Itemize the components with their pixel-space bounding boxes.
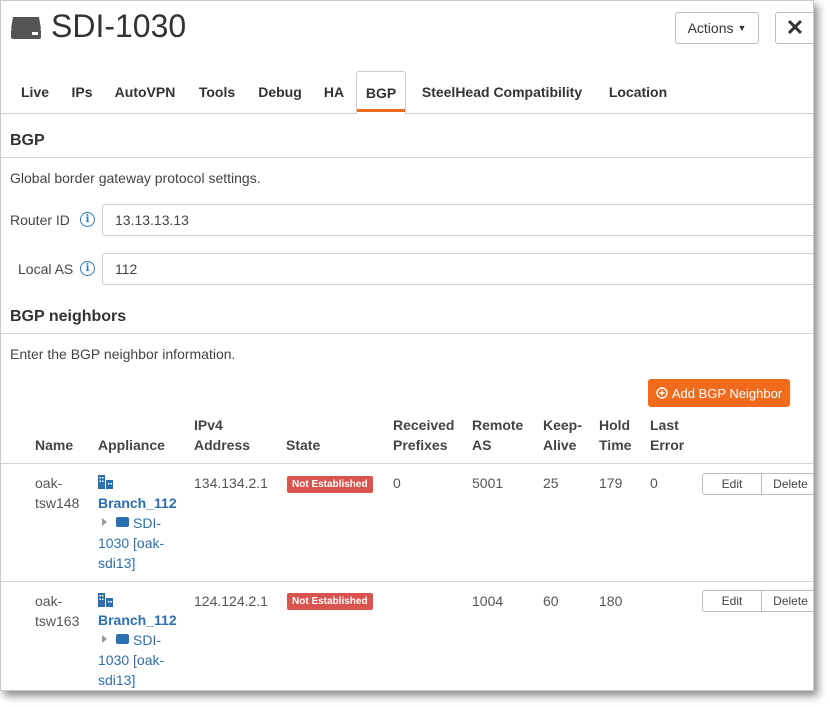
col-appliance: Appliance — [98, 437, 165, 453]
building-icon — [98, 475, 113, 489]
site-link[interactable]: Branch_112 — [98, 612, 177, 628]
col-remote-line1: Remote — [472, 417, 524, 433]
hold-time: 180 — [599, 593, 623, 609]
keep-alive: 60 — [543, 593, 559, 609]
router-id-label: Router ID — [10, 212, 70, 228]
col-remote-line2: AS — [472, 437, 492, 453]
remote-as: 5001 — [472, 475, 504, 491]
close-icon: ✕ — [785, 15, 805, 40]
expand-caret-icon[interactable] — [102, 518, 107, 526]
local-as-label: Local AS — [18, 261, 74, 277]
appliance-icon — [11, 17, 41, 39]
bgp-neighbors-divider — [1, 333, 813, 334]
close-button[interactable]: ✕ — [775, 12, 813, 44]
tab-ha[interactable]: HA — [314, 71, 354, 113]
row-divider — [1, 581, 813, 582]
tab-debug[interactable]: Debug — [249, 71, 311, 113]
bgp-neighbors-description: Enter the BGP neighbor information. — [10, 346, 236, 362]
appliance-link-line1[interactable]: SDI- — [133, 630, 161, 650]
status-badge: Not Established — [287, 593, 373, 610]
tab-bgp[interactable]: BGP — [356, 71, 406, 114]
col-keep-line2: Alive — [543, 437, 577, 453]
delete-button[interactable]: Delete — [762, 590, 813, 612]
col-name: Name — [35, 437, 74, 453]
expand-caret-icon[interactable] — [102, 635, 107, 643]
tab-bar: Live IPs AutoVPN Tools Debug HA BGP Stee… — [1, 71, 813, 114]
received-prefixes: 0 — [393, 475, 401, 491]
tab-ips[interactable]: IPs — [62, 71, 102, 113]
col-state: State — [286, 437, 321, 453]
col-ipv4-line2: Address — [194, 437, 251, 453]
building-icon — [98, 593, 113, 607]
tab-live[interactable]: Live — [11, 71, 59, 113]
bgp-neighbors-title: BGP neighbors — [10, 308, 127, 325]
tab-location[interactable]: Location — [598, 71, 678, 113]
neighbor-name-line2: tsw148 — [35, 495, 80, 511]
tab-autovpn[interactable]: AutoVPN — [105, 71, 185, 113]
local-as-input[interactable]: 112 — [102, 253, 813, 285]
page-title: SDI-1030 — [51, 8, 187, 44]
appliance-link-line3[interactable]: sdi13] — [98, 670, 135, 690]
edit-button[interactable]: Edit — [702, 473, 762, 495]
tab-steelhead-compatibility[interactable]: SteelHead Compatibility — [409, 71, 595, 113]
local-as-info-icon[interactable]: i — [80, 261, 95, 276]
col-last-line2: Error — [650, 437, 685, 453]
neighbor-name-line1: oak- — [35, 475, 63, 491]
col-hold-line1: Hold — [599, 417, 631, 433]
tab-tools[interactable]: Tools — [189, 71, 245, 113]
hold-time: 179 — [599, 475, 623, 491]
appliance-link-line2[interactable]: 1030 [oak- — [98, 650, 164, 670]
edit-button[interactable]: Edit — [702, 590, 762, 612]
router-id-input[interactable]: 13.13.13.13 — [102, 204, 813, 236]
col-hold-line2: Time — [599, 437, 632, 453]
col-ipv4-line1: IPv4 — [194, 417, 223, 433]
appliance-link-line1[interactable]: SDI- — [133, 513, 161, 533]
bgp-divider — [1, 157, 813, 158]
actions-dropdown-button[interactable]: Actions ▼ — [675, 12, 759, 44]
appliance-link-line3[interactable]: sdi13] — [98, 553, 135, 573]
neighbor-name-line1: oak- — [35, 593, 63, 609]
bgp-description: Global border gateway protocol settings. — [10, 170, 261, 186]
table-header-divider — [1, 463, 813, 464]
delete-button[interactable]: Delete — [762, 473, 813, 495]
router-id-info-icon[interactable]: i — [80, 212, 95, 227]
appliance-dialog: SDI-1030 Actions ▼ ✕ Live IPs AutoVPN To… — [0, 0, 814, 691]
remote-as: 1004 — [472, 593, 504, 609]
appliance-mini-icon — [116, 634, 129, 644]
add-bgp-neighbor-button[interactable]: Add BGP Neighbor — [648, 379, 790, 407]
col-last-line1: Last — [650, 417, 679, 433]
appliance-link-line2[interactable]: 1030 [oak- — [98, 533, 164, 553]
neighbor-ipv4: 134.134.2.1 — [194, 475, 268, 491]
col-received-line1: Received — [393, 417, 455, 433]
plus-circle-icon — [656, 387, 668, 399]
dialog-header: SDI-1030 Actions ▼ ✕ — [1, 1, 813, 61]
add-bgp-neighbor-label: Add BGP Neighbor — [671, 385, 783, 401]
actions-label: Actions — [687, 20, 734, 36]
caret-down-icon: ▼ — [737, 23, 747, 33]
row-actions: Edit Delete — [702, 590, 813, 612]
neighbor-name-line2: tsw163 — [35, 613, 80, 629]
appliance-mini-icon — [116, 517, 129, 527]
neighbor-ipv4: 124.124.2.1 — [194, 593, 268, 609]
col-keep-line1: Keep- — [543, 417, 582, 433]
col-received-line2: Prefixes — [393, 437, 448, 453]
bgp-section-title: BGP — [10, 132, 45, 149]
row-actions: Edit Delete — [702, 473, 813, 495]
site-link[interactable]: Branch_112 — [98, 495, 177, 511]
last-error: 0 — [650, 475, 658, 491]
status-badge: Not Established — [287, 476, 373, 493]
keep-alive: 25 — [543, 475, 559, 491]
